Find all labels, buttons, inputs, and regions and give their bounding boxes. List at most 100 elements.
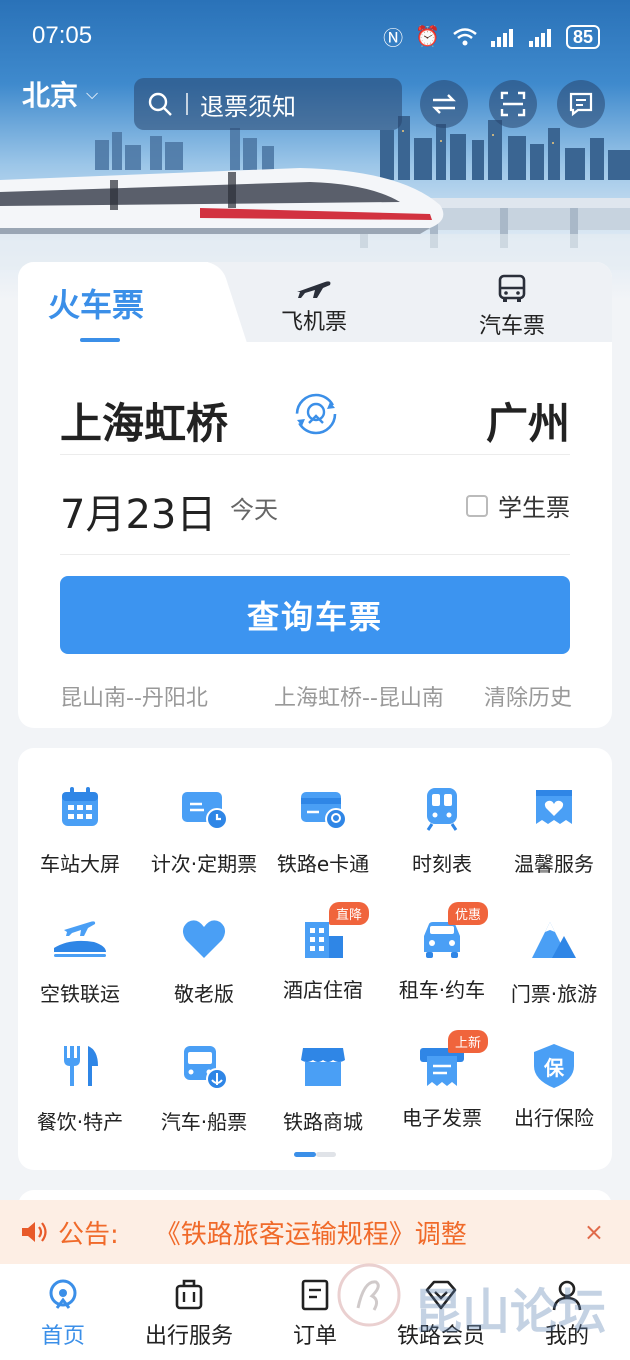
service-label: 门票·旅游: [510, 982, 598, 1006]
tab-flight-label: 飞机票: [280, 310, 347, 335]
nav-travel-services[interactable]: 出行服务: [124, 1278, 254, 1350]
ticket-card-icon: [182, 792, 228, 830]
scan-button[interactable]: [489, 80, 537, 128]
calendar-grid-icon: [62, 787, 98, 826]
service-periodic-ticket[interactable]: 计次·定期票: [142, 784, 266, 877]
tab-bus-tickets[interactable]: 汽车票: [452, 274, 572, 340]
tab-flight-tickets[interactable]: 飞机票: [254, 274, 374, 336]
swap-button[interactable]: [420, 80, 468, 128]
departure-station[interactable]: 上海虹桥: [60, 390, 228, 451]
car-icon-wrap: 优惠: [418, 902, 489, 962]
history-item[interactable]: 昆山南--丹阳北: [60, 680, 208, 712]
notice-label: 公告:: [58, 1219, 119, 1250]
plane-icon: [297, 281, 331, 298]
shop-icon: [301, 1048, 345, 1086]
user-icon: [552, 1280, 582, 1311]
swap-stations-icon[interactable]: [292, 390, 340, 438]
insurance-shield-icon: 保: [530, 1042, 578, 1090]
close-icon[interactable]: ×: [584, 1218, 604, 1246]
message-button[interactable]: [557, 80, 605, 128]
scan-icon: [500, 91, 526, 117]
arrival-station[interactable]: 广州: [486, 390, 570, 451]
search-separator: [186, 93, 188, 115]
home-rail-icon: [49, 1279, 77, 1309]
pager-dot[interactable]: [316, 1152, 336, 1157]
service-label: 铁路e卡通: [276, 852, 370, 876]
signal-icon: [490, 28, 513, 47]
swap-icon: [432, 94, 456, 114]
pager-dot-active: [294, 1152, 316, 1157]
service-rail-mall[interactable]: 铁路商城: [261, 1042, 385, 1135]
heart-icon: [182, 920, 226, 958]
message-icon: [569, 92, 593, 117]
speaker-icon: [22, 1222, 47, 1242]
nav-label: 我的: [544, 1324, 589, 1349]
nav-profile[interactable]: 我的: [502, 1278, 630, 1350]
service-label: 空铁联运: [40, 982, 120, 1006]
nav-rail-member[interactable]: 铁路会员: [376, 1278, 506, 1350]
student-ticket-checkbox[interactable]: [466, 494, 488, 517]
nav-orders[interactable]: 订单: [250, 1278, 380, 1350]
ticket-search-card: 火车票 飞机票 汽车票 上海虹桥 广州 7月23日 今天 学生票 查询车票 昆山…: [18, 262, 612, 728]
service-label: 车站大屏: [40, 852, 120, 876]
service-rail-ecard[interactable]: 铁路e卡通: [261, 784, 385, 877]
heart-ticket-icon: [536, 790, 572, 824]
service-label: 电子发票: [402, 1106, 482, 1130]
invoice-icon-wrap: 上新: [418, 1030, 489, 1090]
divider: [60, 454, 570, 455]
battery-indicator: 85: [565, 24, 600, 49]
service-travel-insurance[interactable]: 保 出行保险: [492, 1042, 616, 1131]
service-e-invoice[interactable]: 上新 电子发票: [380, 1030, 504, 1131]
service-bus-ferry[interactable]: 汽车·船票: [142, 1042, 266, 1135]
promo-badge: 上新: [448, 1030, 489, 1053]
nav-label: 订单: [292, 1324, 337, 1349]
grid-pager: [294, 1152, 336, 1157]
service-label: 租车·约车: [398, 978, 486, 1002]
service-hotel[interactable]: 直降 酒店住宿: [261, 902, 385, 1003]
mountain-icon: [532, 922, 576, 958]
status-icons: Ⓝ ⏰ 85: [383, 22, 600, 51]
status-bar: 07:05 Ⓝ ⏰ 85: [0, 0, 630, 70]
signal-icon: [528, 28, 551, 47]
service-label: 酒店住宿: [283, 978, 363, 1002]
service-car-rental[interactable]: 优惠 租车·约车: [380, 902, 504, 1003]
service-tourism[interactable]: 门票·旅游: [492, 914, 616, 1007]
nav-home[interactable]: 首页: [0, 1278, 128, 1350]
hotel-icon-wrap: 直降: [299, 902, 370, 962]
fork-knife-icon: [64, 1046, 98, 1086]
service-label: 温馨服务: [514, 852, 594, 876]
route-selector: 上海虹桥 广州: [60, 390, 570, 450]
service-dining[interactable]: 餐饮·特产: [18, 1042, 142, 1135]
rail-card-icon: [301, 792, 347, 830]
student-ticket-toggle[interactable]: 学生票: [466, 488, 570, 523]
service-station-screen[interactable]: 车站大屏: [18, 784, 142, 877]
service-air-rail[interactable]: 空铁联运: [18, 914, 142, 1007]
train-skyline-illustration: [0, 116, 630, 270]
train-front-icon: [426, 788, 458, 831]
history-item[interactable]: 上海虹桥--昆山南: [274, 680, 456, 712]
notice-message[interactable]: 《铁路旅客运输规程》调整: [155, 1214, 467, 1251]
notice-bar[interactable]: 公告: 《铁路旅客运输规程》调整 ×: [0, 1200, 630, 1264]
insurance-shield-text: 保: [544, 1056, 564, 1080]
query-tickets-button[interactable]: 查询车票: [60, 576, 570, 654]
bottom-navigation: 首页 出行服务 订单 铁路会员 我的: [0, 1264, 630, 1360]
plane-train-icon: [54, 921, 106, 957]
hero-banner: 07:05 Ⓝ ⏰ 85 北京 ⌵ 退票须知: [0, 0, 630, 300]
search-history: 昆山南--丹阳北 上海虹桥--昆山南 清除历史: [60, 680, 572, 712]
nav-label: 铁路会员: [396, 1324, 485, 1349]
service-label: 铁路商城: [283, 1110, 363, 1134]
service-care[interactable]: 温馨服务: [492, 784, 616, 877]
clear-history-button[interactable]: 清除历史: [484, 680, 572, 712]
search-bar[interactable]: 退票须知: [134, 78, 402, 130]
services-grid: 车站大屏 计次·定期票 铁路e卡通 时刻表 温馨服务 空铁联运 敬老版 直降 酒…: [18, 748, 612, 1170]
departure-date[interactable]: 7月23日: [60, 482, 216, 540]
service-elderly-mode[interactable]: 敬老版: [142, 914, 266, 1007]
status-time: 07:05: [32, 22, 93, 49]
city-selector[interactable]: 北京 ⌵: [22, 74, 98, 114]
service-timetable[interactable]: 时刻表: [380, 784, 504, 877]
tab-active-indicator: [80, 338, 120, 342]
promo-badge: 优惠: [448, 902, 489, 925]
city-name: 北京: [22, 79, 79, 112]
chevron-down-icon: ⌵: [86, 84, 99, 103]
tab-train-tickets[interactable]: 火车票: [48, 280, 144, 326]
